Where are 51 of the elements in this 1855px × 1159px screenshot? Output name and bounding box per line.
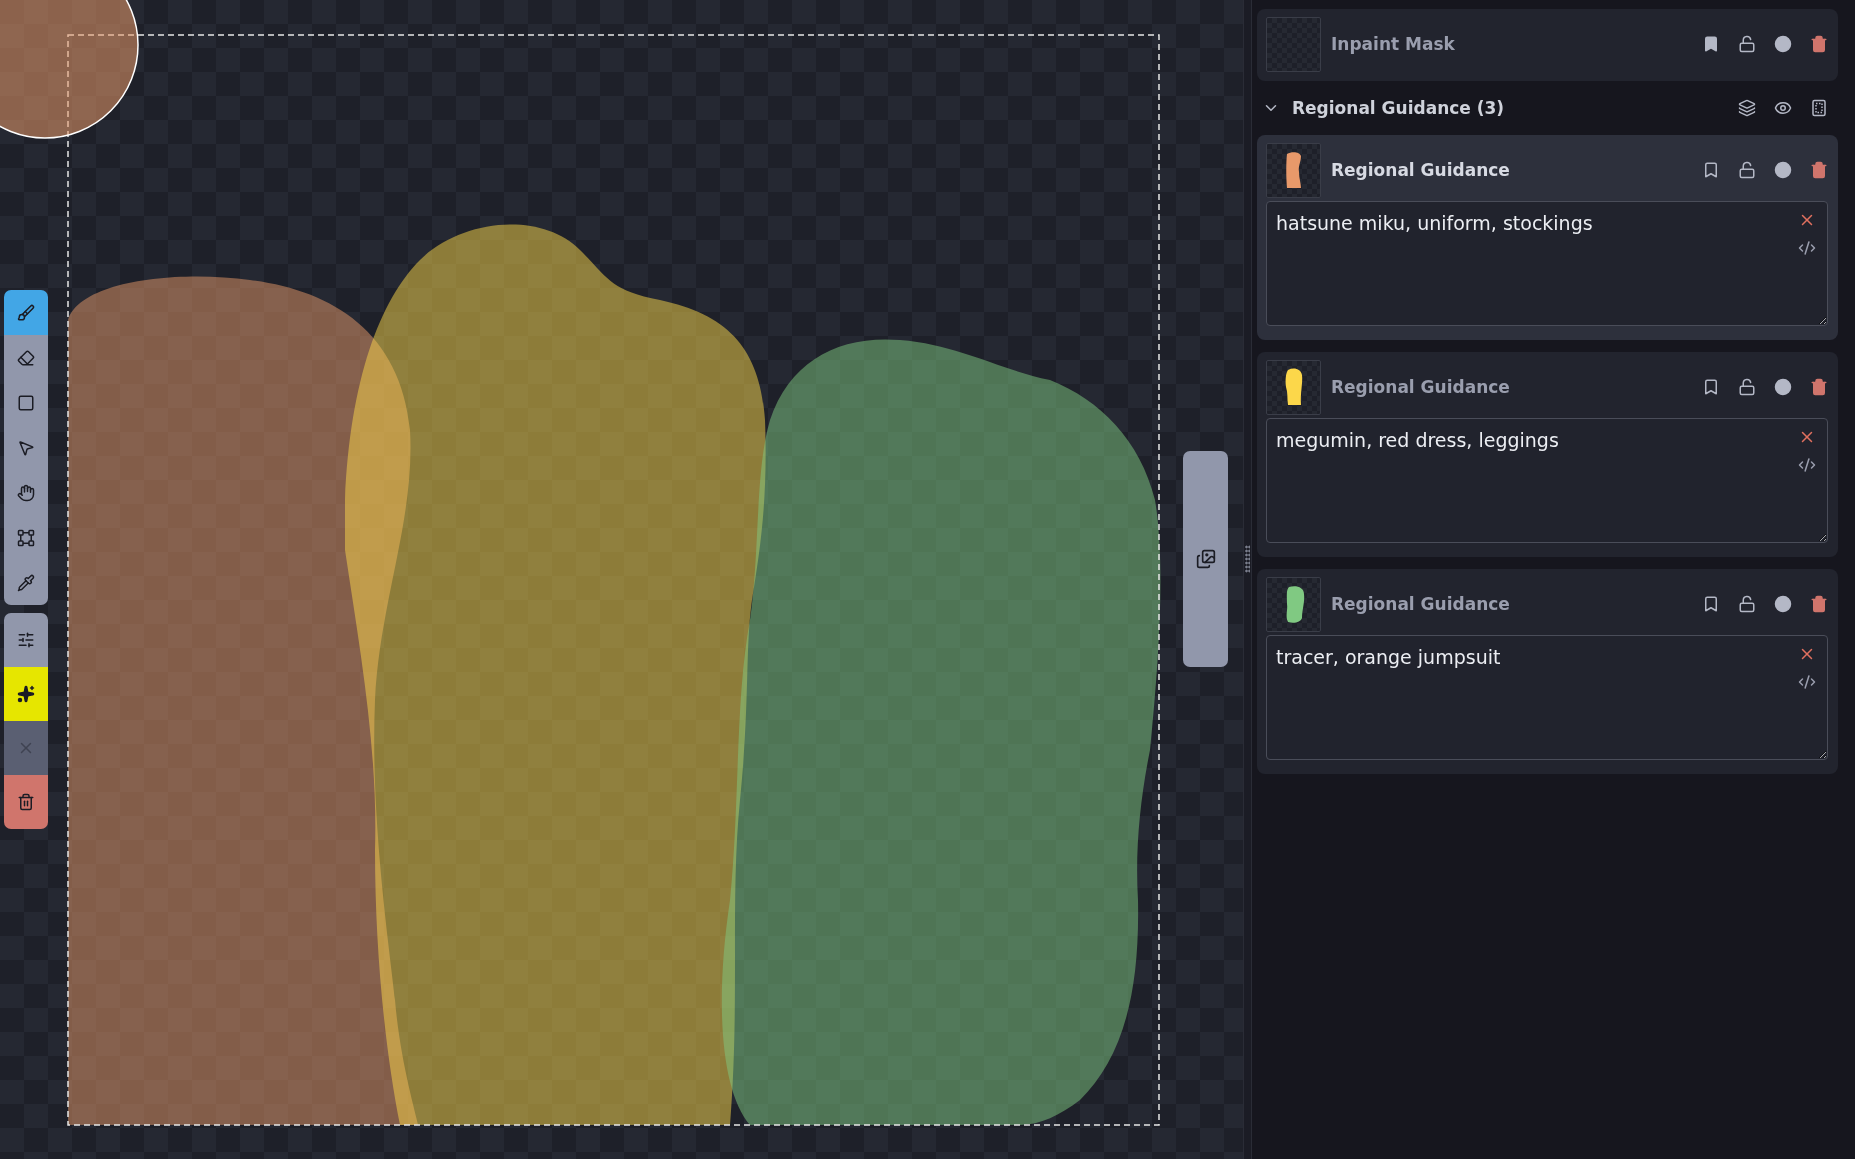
unlock-button[interactable] bbox=[1738, 35, 1756, 53]
gallery-toggle-button[interactable] bbox=[1183, 451, 1228, 667]
brush-icon bbox=[17, 303, 35, 322]
layer-card[interactable]: Inpaint Mask bbox=[1257, 9, 1838, 81]
unlock-button[interactable] bbox=[1738, 595, 1756, 613]
bookmark-button[interactable] bbox=[1702, 35, 1720, 53]
tool-button[interactable] bbox=[4, 560, 48, 605]
prompt-field[interactable]: tracer, orange jumpsuit bbox=[1266, 635, 1828, 760]
unlock-button[interactable] bbox=[1738, 161, 1756, 179]
tool-button[interactable] bbox=[4, 290, 48, 335]
group-title: Regional Guidance (3) bbox=[1292, 98, 1506, 118]
layer-title: Regional Guidance bbox=[1331, 160, 1511, 180]
layer-card[interactable]: Regional Guidance tracer, orange jumpsuit bbox=[1257, 569, 1838, 774]
delete-button[interactable] bbox=[1810, 378, 1828, 396]
layer-thumbnail bbox=[1266, 16, 1321, 72]
layer-title: Inpaint Mask bbox=[1331, 34, 1456, 54]
bookmark-button[interactable] bbox=[1702, 378, 1720, 396]
delete-button[interactable] bbox=[1810, 161, 1828, 179]
enable-toggle[interactable] bbox=[1774, 161, 1792, 179]
delete-button[interactable] bbox=[1810, 35, 1828, 53]
rectangle-icon bbox=[17, 393, 35, 412]
sparkle-icon bbox=[17, 685, 35, 703]
hand-icon bbox=[17, 483, 35, 502]
trash-icon bbox=[17, 793, 35, 811]
action-button[interactable] bbox=[4, 667, 48, 721]
eyedropper-icon bbox=[17, 573, 35, 592]
pointer-icon bbox=[17, 438, 35, 457]
bookmark-button[interactable] bbox=[1702, 595, 1720, 613]
bookmark-button[interactable] bbox=[1702, 161, 1720, 179]
action-button[interactable] bbox=[4, 775, 48, 829]
transform-icon bbox=[17, 528, 35, 547]
images-icon bbox=[1195, 549, 1216, 569]
prompt-field[interactable]: hatsune miku, uniform, stockings bbox=[1266, 201, 1828, 326]
unlock-button[interactable] bbox=[1738, 378, 1756, 396]
enable-toggle[interactable] bbox=[1774, 595, 1792, 613]
frame-button[interactable] bbox=[1810, 99, 1828, 117]
enable-toggle[interactable] bbox=[1774, 35, 1792, 53]
layer-card[interactable]: Regional Guidance megumin, red dress, leggings bbox=[1257, 352, 1838, 557]
layer-card[interactable]: Regional Guidance hatsune miku, uniform, stockings bbox=[1257, 135, 1838, 340]
visibility-button[interactable] bbox=[1774, 99, 1792, 117]
prompt-field[interactable]: megumin, red dress, leggings bbox=[1266, 418, 1828, 543]
layers-button[interactable] bbox=[1738, 99, 1756, 117]
eraser-icon bbox=[17, 348, 35, 367]
layer-title: Regional Guidance bbox=[1331, 594, 1511, 614]
settings-icon bbox=[17, 631, 35, 649]
layer-title: Regional Guidance bbox=[1331, 377, 1511, 397]
canvas[interactable] bbox=[0, 0, 1243, 1159]
enable-toggle[interactable] bbox=[1774, 378, 1792, 396]
delete-button[interactable] bbox=[1810, 595, 1828, 613]
tool-button[interactable] bbox=[4, 335, 48, 380]
resize-grip[interactable] bbox=[1245, 545, 1250, 573]
